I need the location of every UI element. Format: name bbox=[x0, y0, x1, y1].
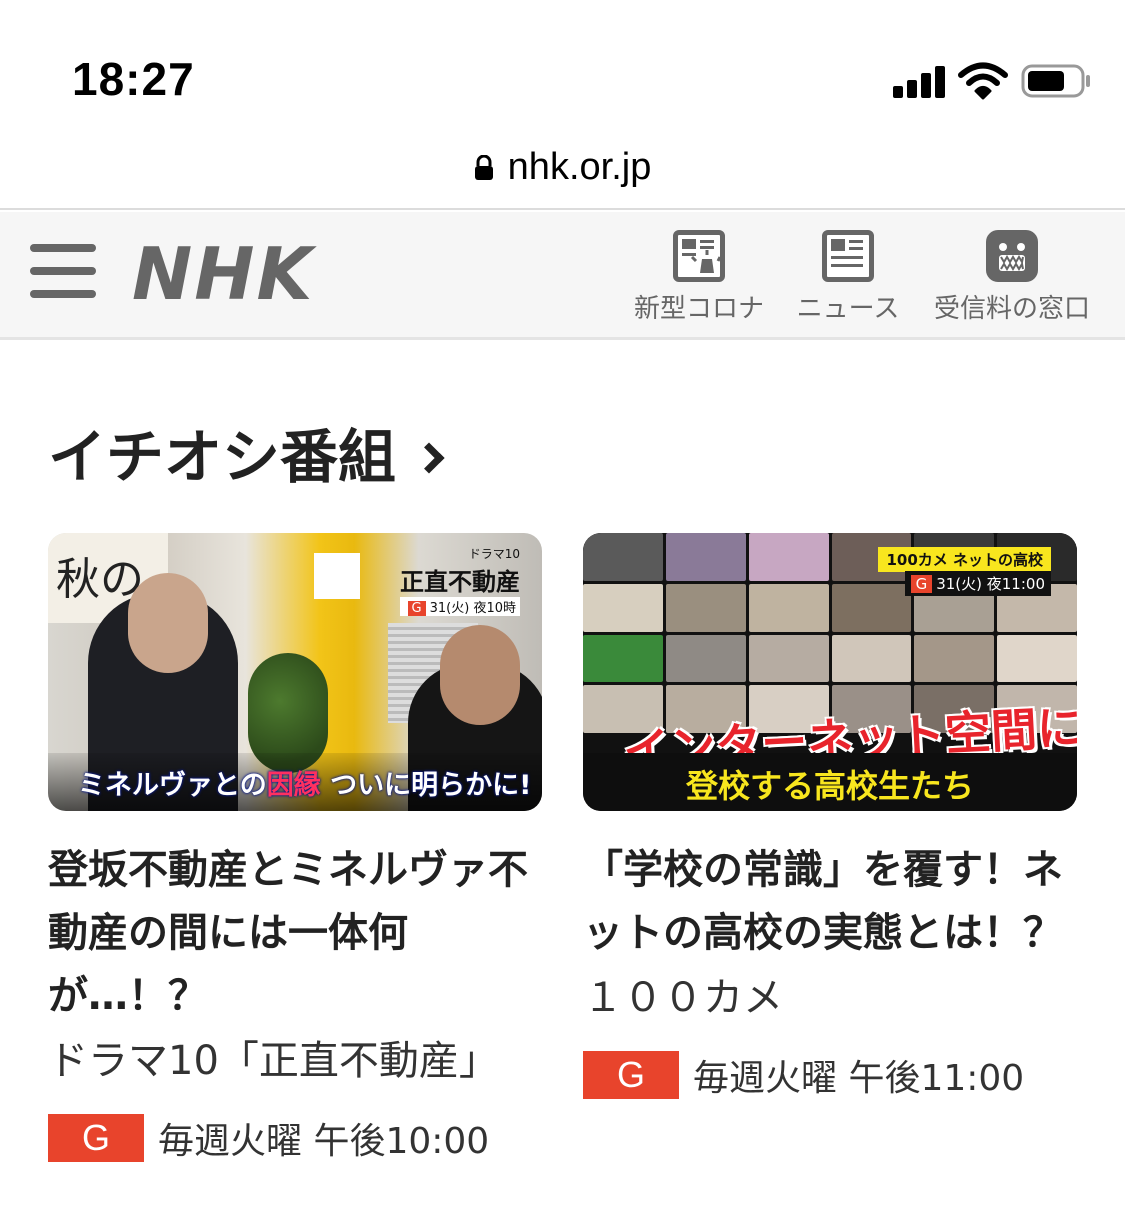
thumbnail-program-logo: 100カメ ネットの高校 bbox=[878, 547, 1051, 572]
program-name: １００カメ bbox=[583, 975, 783, 1021]
chevron-right-icon bbox=[413, 442, 445, 474]
thumbnail-air-time: G 31(火) 夜11:00 bbox=[904, 571, 1051, 596]
channel-badge: G bbox=[583, 1051, 679, 1099]
lock-icon bbox=[474, 148, 494, 180]
browser-address-bar[interactable]: nhk.or.jp bbox=[0, 130, 1125, 210]
program-card[interactable]: 100カメ ネットの高校 G 31(火) 夜11:00 インターネット空間に 登校… bbox=[583, 533, 1077, 1099]
section-title-recommended[interactable]: イチオシ番組 bbox=[48, 410, 445, 494]
nav-item-reception-fee[interactable]: 受信料の窓口 bbox=[929, 230, 1095, 325]
nav-item-label: 受信料の窓口 bbox=[933, 294, 1090, 324]
domo-kun-icon bbox=[986, 230, 1038, 282]
site-header: NHK 新型コロナ ニュース 受信料の窓口 bbox=[0, 212, 1125, 340]
nav-item-covid[interactable]: 新型コロナ bbox=[632, 230, 766, 325]
status-bar: 18:27 bbox=[0, 0, 1125, 130]
program-thumbnail[interactable]: 100カメ ネットの高校 G 31(火) 夜11:00 インターネット空間に 登校… bbox=[583, 533, 1077, 811]
section-title-text: イチオシ番組 bbox=[48, 423, 397, 491]
cellular-signal-icon bbox=[893, 66, 945, 98]
program-thumbnail[interactable]: 秋の ドラマ10 正直不動産 G 31(火) 夜10時 ミネルヴァとの因縁 ついに… bbox=[48, 533, 542, 811]
wifi-icon bbox=[958, 62, 1008, 100]
nav-item-label: 新型コロナ bbox=[633, 294, 764, 324]
program-headline[interactable]: 「学校の常識」を覆す！ネットの高校の実態とは！？ bbox=[583, 839, 1077, 965]
broadcast-schedule: 毎週火曜 午後10:00 bbox=[158, 1121, 490, 1162]
url-display[interactable]: nhk.or.jp bbox=[0, 146, 1125, 189]
thumbnail-subline: 登校する高校生たち bbox=[583, 753, 1077, 811]
thumbnail-caption: ミネルヴァとの因縁 ついに明らかに! bbox=[48, 753, 542, 811]
nav-item-news[interactable]: ニュース bbox=[796, 230, 900, 325]
battery-icon bbox=[1021, 64, 1091, 98]
channel-badge: G bbox=[48, 1114, 144, 1162]
program-meta: G 毎週火曜 午後10:00 bbox=[48, 1114, 542, 1162]
program-card[interactable]: 秋の ドラマ10 正直不動産 G 31(火) 夜10時 ミネルヴァとの因縁 ついに… bbox=[48, 533, 542, 1162]
hamburger-menu-icon[interactable] bbox=[30, 242, 96, 300]
nhk-logo[interactable]: NHK bbox=[132, 232, 314, 316]
newspaper-icon bbox=[822, 230, 874, 282]
status-time: 18:27 bbox=[72, 53, 195, 105]
news-alert-icon bbox=[673, 230, 725, 282]
nav-item-label: ニュース bbox=[796, 294, 900, 324]
program-headline[interactable]: 登坂不動産とミネルヴァ不動産の間には一体何が…！？ bbox=[48, 839, 542, 1028]
program-name: ドラマ10「正直不動産」 bbox=[48, 1038, 499, 1084]
thumbnail-program-logo: ドラマ10 正直不動産 G 31(火) 夜10時 bbox=[400, 547, 520, 616]
program-meta: G 毎週火曜 午後11:00 bbox=[583, 1051, 1077, 1099]
broadcast-schedule: 毎週火曜 午後11:00 bbox=[693, 1058, 1025, 1099]
url-text: nhk.or.jp bbox=[507, 146, 652, 188]
